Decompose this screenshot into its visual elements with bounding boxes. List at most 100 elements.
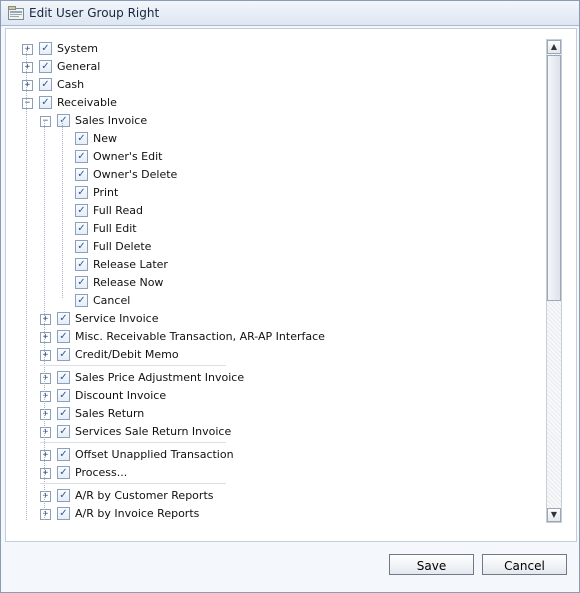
scrollbar-thumb[interactable] (547, 55, 561, 301)
checkbox[interactable]: ✓ (75, 132, 88, 145)
expand-icon[interactable]: + (22, 80, 33, 91)
checkbox[interactable]: ✓ (39, 42, 52, 55)
expand-icon[interactable]: + (22, 44, 33, 55)
expand-icon[interactable]: + (40, 391, 51, 402)
checkbox[interactable]: ✓ (57, 312, 70, 325)
tree-row-offset-unapplied-transaction: + ✓ Offset Unapplied Transaction (6, 447, 536, 465)
tree-item-label[interactable]: Cancel (93, 293, 130, 308)
expand-icon[interactable]: + (40, 468, 51, 479)
dialog-title: Edit User Group Right (29, 6, 160, 20)
tree-row-misc-receivable-transaction-ar-ap-interface: + ✓ Misc. Receivable Transaction, AR-AP In… (6, 329, 536, 347)
title-bar: Edit User Group Right (1, 1, 579, 26)
vertical-scrollbar[interactable]: ▲ ▼ (546, 39, 562, 523)
tree-row-release-later: ✓ Release Later (6, 257, 536, 275)
checkbox[interactable]: ✓ (75, 150, 88, 163)
tree-item-label[interactable]: Owner's Edit (93, 149, 162, 164)
tree-row-general: + ✓ General (6, 59, 536, 77)
checkbox[interactable]: ✓ (75, 222, 88, 235)
cancel-button[interactable]: Cancel (482, 554, 567, 575)
tree-row-a-r-by-invoice-reports: + ✓ A/R by Invoice Reports (6, 506, 536, 524)
tree-row-print: ✓ Print (6, 185, 536, 203)
tree-item-label[interactable]: Owner's Delete (93, 167, 177, 182)
tree-row-release-now: ✓ Release Now (6, 275, 536, 293)
tree-row-full-delete: ✓ Full Delete (6, 239, 536, 257)
tree-item-label[interactable]: Release Now (93, 275, 163, 290)
expand-icon[interactable]: + (40, 491, 51, 502)
save-button[interactable]: Save (389, 554, 474, 575)
expand-icon[interactable]: + (40, 450, 51, 461)
checkbox[interactable]: ✓ (57, 507, 70, 520)
checkbox[interactable]: ✓ (57, 466, 70, 479)
edit-user-group-right-dialog: Edit User Group Right + ✓ System + ✓ General +… (0, 0, 580, 593)
checkbox[interactable]: ✓ (75, 240, 88, 253)
expand-icon[interactable]: + (40, 509, 51, 520)
scroll-up-icon[interactable]: ▲ (547, 40, 561, 54)
tree-item-label[interactable]: Full Read (93, 203, 143, 218)
tree-row-sales-price-adjustment-invoice: + ✓ Sales Price Adjustment Invoice (6, 370, 536, 388)
expand-icon[interactable]: + (40, 427, 51, 438)
tree-item-label[interactable]: Sales Price Adjustment Invoice (75, 370, 244, 385)
tree-item-label[interactable]: Offset Unapplied Transaction (75, 447, 234, 462)
tree-item-label[interactable]: New (93, 131, 117, 146)
tree-item-label[interactable]: Discount Invoice (75, 388, 166, 403)
tree-item-label[interactable]: Cash (57, 77, 84, 92)
tree-item-label[interactable]: Process... (75, 465, 127, 480)
tree-row-cancel: ✓ Cancel (6, 293, 536, 311)
tree-item-label[interactable]: Services Sale Return Invoice (75, 424, 231, 439)
checkbox[interactable]: ✓ (75, 276, 88, 289)
tree-item-label[interactable]: A/R by Invoice Reports (75, 506, 199, 521)
tree-row-sales-return: + ✓ Sales Return (6, 406, 536, 424)
tree-row-process: + ✓ Process... (6, 465, 536, 483)
expand-icon[interactable]: + (40, 332, 51, 343)
tree-row-full-edit: ✓ Full Edit (6, 221, 536, 239)
tree-row-owner-s-edit: ✓ Owner's Edit (6, 149, 536, 167)
group-separator (40, 365, 226, 366)
checkbox[interactable]: ✓ (75, 258, 88, 271)
expand-icon[interactable]: + (40, 350, 51, 361)
expand-icon[interactable]: + (40, 409, 51, 420)
checkbox[interactable]: ✓ (57, 348, 70, 361)
expand-icon[interactable]: + (22, 62, 33, 73)
tree-item-label[interactable]: Misc. Receivable Transaction, AR-AP Inte… (75, 329, 325, 344)
checkbox[interactable]: ✓ (39, 60, 52, 73)
tree-item-label[interactable]: Full Delete (93, 239, 151, 254)
checkbox[interactable]: ✓ (39, 96, 52, 109)
tree-row-services-sale-return-invoice: + ✓ Services Sale Return Invoice (6, 424, 536, 442)
collapse-icon[interactable]: − (22, 98, 33, 109)
checkbox[interactable]: ✓ (57, 448, 70, 461)
checkbox[interactable]: ✓ (57, 371, 70, 384)
rights-tree: + ✓ System + ✓ General + ✓ Cash − ✓ Receivable − ✓ Sal… (6, 29, 544, 541)
tree-row-a-r-by-customer-reports: + ✓ A/R by Customer Reports (6, 488, 536, 506)
checkbox[interactable]: ✓ (75, 204, 88, 217)
expand-icon[interactable]: + (40, 373, 51, 384)
tree-item-label[interactable]: System (57, 41, 98, 56)
tree-item-label[interactable]: General (57, 59, 100, 74)
tree-item-label[interactable]: Receivable (57, 95, 117, 110)
tree-item-label[interactable]: A/R by Customer Reports (75, 488, 213, 503)
scroll-down-icon[interactable]: ▼ (547, 508, 561, 522)
tree-item-label[interactable]: Print (93, 185, 118, 200)
expand-icon[interactable]: + (40, 314, 51, 325)
tree-row-full-read: ✓ Full Read (6, 203, 536, 221)
tree-item-label[interactable]: Sales Return (75, 406, 144, 421)
tree-item-label[interactable]: Release Later (93, 257, 168, 272)
checkbox[interactable]: ✓ (57, 407, 70, 420)
window-icon (8, 6, 24, 20)
checkbox[interactable]: ✓ (57, 425, 70, 438)
checkbox[interactable]: ✓ (57, 114, 70, 127)
tree-row-new: ✓ New (6, 131, 536, 149)
checkbox[interactable]: ✓ (57, 489, 70, 502)
tree-item-label[interactable]: Sales Invoice (75, 113, 147, 128)
checkbox[interactable]: ✓ (75, 186, 88, 199)
checkbox[interactable]: ✓ (57, 389, 70, 402)
checkbox[interactable]: ✓ (75, 294, 88, 307)
checkbox[interactable]: ✓ (57, 330, 70, 343)
tree-row-discount-invoice: + ✓ Discount Invoice (6, 388, 536, 406)
tree-item-label[interactable]: Credit/Debit Memo (75, 347, 179, 362)
group-separator (40, 442, 226, 443)
checkbox[interactable]: ✓ (39, 78, 52, 91)
collapse-icon[interactable]: − (40, 116, 51, 127)
tree-item-label[interactable]: Full Edit (93, 221, 137, 236)
tree-item-label[interactable]: Service Invoice (75, 311, 158, 326)
checkbox[interactable]: ✓ (75, 168, 88, 181)
